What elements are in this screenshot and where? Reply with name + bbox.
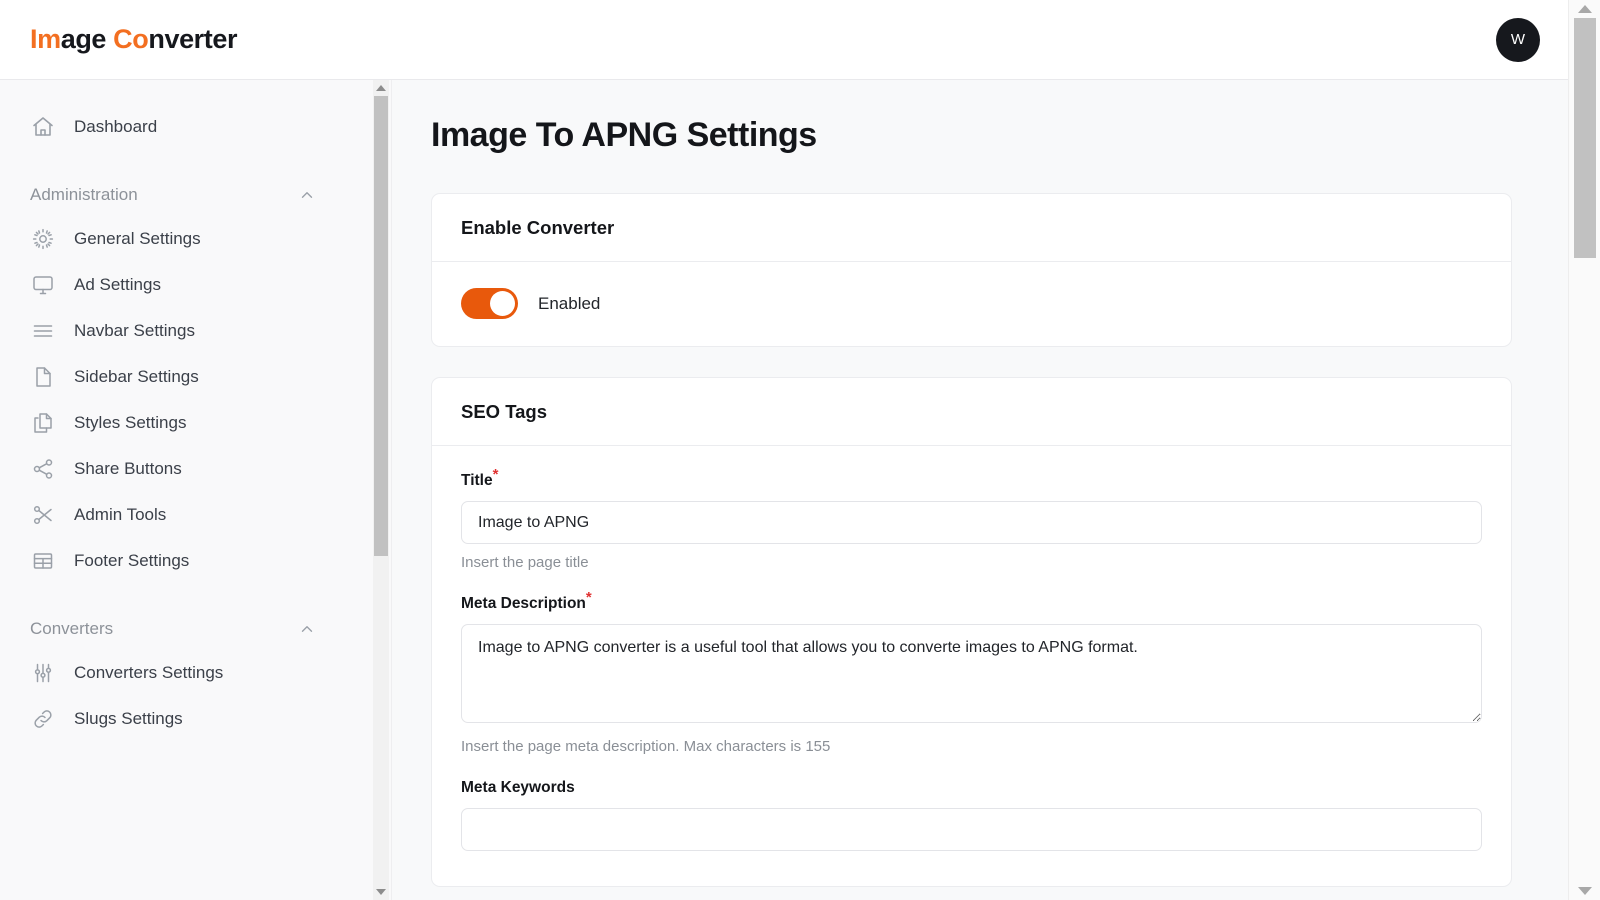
app-root: Image Converter W Dashboard Administrati… <box>0 0 1600 900</box>
sidebar-item-label: General Settings <box>74 229 201 248</box>
sidebar-item-label: Dashboard <box>74 117 158 136</box>
sidebar-scroll-content: Dashboard Administration General Setting… <box>0 80 374 900</box>
sidebar-item-styles-settings[interactable]: Styles Settings <box>0 400 374 446</box>
avatar-initial: W <box>1510 31 1526 48</box>
monitor-icon <box>30 272 56 298</box>
document-icon <box>30 364 56 390</box>
sidebar-group-administration[interactable]: Administration <box>0 174 374 216</box>
card-enable-converter: Enable Converter Enabled <box>431 193 1512 347</box>
scissors-icon <box>30 502 56 528</box>
sidebar-item-ad-settings[interactable]: Ad Settings <box>0 262 374 308</box>
brand-logo-part3: Co <box>113 24 149 54</box>
field-title: Title* <box>461 467 1482 544</box>
avatar[interactable]: W <box>1496 17 1540 62</box>
sidebar-item-footer-settings[interactable]: Footer Settings <box>0 538 374 584</box>
table-icon <box>30 548 56 574</box>
field-label-meta-keywords: Meta Keywords <box>461 779 575 797</box>
window-scroll-down-arrow-icon[interactable] <box>1569 882 1600 900</box>
main-inner: Image To APNG Settings Enable Converter … <box>392 80 1568 887</box>
brand-logo-part2: age <box>60 24 114 54</box>
sidebar-item-label: Footer Settings <box>74 551 190 570</box>
page-title: Image To APNG Settings <box>431 116 817 154</box>
card-heading: Enable Converter <box>432 194 1511 262</box>
field-label-title: Title* <box>461 467 498 490</box>
sidebar-item-navbar-settings[interactable]: Navbar Settings <box>0 308 374 354</box>
sidebar-item-slugs-settings[interactable]: Slugs Settings <box>0 696 374 742</box>
chevron-up-icon[interactable] <box>298 620 316 638</box>
brand-logo-part4: nverter <box>148 24 238 54</box>
meta-description-textarea[interactable] <box>461 624 1482 723</box>
scroll-down-arrow-icon[interactable] <box>373 884 389 900</box>
share-icon <box>30 456 56 482</box>
required-marker: * <box>492 465 499 483</box>
window-scrollbar-thumb[interactable] <box>1574 18 1596 258</box>
sidebar-group-label: Converters <box>30 619 114 638</box>
chevron-up-icon[interactable] <box>298 186 316 204</box>
enable-converter-toggle[interactable] <box>461 288 518 319</box>
sidebar-item-label: Navbar Settings <box>74 321 195 340</box>
sidebar-item-dashboard[interactable]: Dashboard <box>0 104 374 150</box>
field-label-text: Meta Description <box>461 595 586 612</box>
toggle-state-label: Enabled <box>538 293 601 313</box>
brand-logo-part1: Im <box>30 24 61 54</box>
sidebar-item-converters-settings[interactable]: Converters Settings <box>0 650 374 696</box>
field-label-meta-description: Meta Description* <box>461 590 592 613</box>
card-body: Title* Insert the page title Meta Descri… <box>432 446 1511 886</box>
home-icon <box>30 114 56 140</box>
field-label-text: Title <box>461 472 493 489</box>
card-heading: SEO Tags <box>432 378 1511 446</box>
sidebar-scrollbar-thumb[interactable] <box>374 96 388 556</box>
card-seo-tags: SEO Tags Title* Insert the page title Me… <box>431 377 1512 887</box>
sidebar-item-general-settings[interactable]: General Settings <box>0 216 374 262</box>
toggle-knob <box>490 291 515 316</box>
gear-icon <box>30 226 56 252</box>
menu-lines-icon <box>30 318 56 344</box>
scroll-up-arrow-icon[interactable] <box>373 80 389 96</box>
sliders-icon <box>30 660 56 686</box>
sidebar-item-label: Sidebar Settings <box>74 367 199 386</box>
enable-converter-row: Enabled <box>461 288 1482 319</box>
sidebar: Dashboard Administration General Setting… <box>0 80 392 900</box>
meta-keywords-input[interactable] <box>461 808 1482 851</box>
sidebar-group-label: Administration <box>30 185 138 204</box>
window-scroll-up-arrow-icon[interactable] <box>1569 0 1600 18</box>
sidebar-item-label: Converters Settings <box>74 663 224 682</box>
copy-icon <box>30 410 56 436</box>
title-input[interactable] <box>461 501 1482 544</box>
main-content: Image To APNG Settings Enable Converter … <box>392 80 1568 900</box>
sidebar-item-admin-tools[interactable]: Admin Tools <box>0 492 374 538</box>
sidebar-item-share-buttons[interactable]: Share Buttons <box>0 446 374 492</box>
field-meta-description: Meta Description* <box>461 590 1482 728</box>
field-meta-keywords: Meta Keywords <box>461 779 1482 851</box>
field-hint-title: Insert the page title <box>461 554 589 571</box>
sidebar-item-label: Slugs Settings <box>74 709 183 728</box>
card-body: Enabled <box>432 262 1511 346</box>
top-header-bar: Image Converter W <box>0 0 1568 80</box>
sidebar-item-sidebar-settings[interactable]: Sidebar Settings <box>0 354 374 400</box>
sidebar-scrollbar[interactable] <box>373 80 389 900</box>
sidebar-group-converters[interactable]: Converters <box>0 608 374 650</box>
field-hint-meta-description: Insert the page meta description. Max ch… <box>461 738 831 755</box>
sidebar-item-label: Styles Settings <box>74 413 187 432</box>
sidebar-item-label: Ad Settings <box>74 275 161 294</box>
brand-logo[interactable]: Image Converter <box>30 24 238 54</box>
window-scrollbar[interactable] <box>1568 0 1600 900</box>
sidebar-item-label: Admin Tools <box>74 505 167 524</box>
required-marker: * <box>585 588 592 606</box>
field-label-text: Meta Keywords <box>461 779 575 796</box>
link-icon <box>30 706 56 732</box>
sidebar-item-label: Share Buttons <box>74 459 182 478</box>
